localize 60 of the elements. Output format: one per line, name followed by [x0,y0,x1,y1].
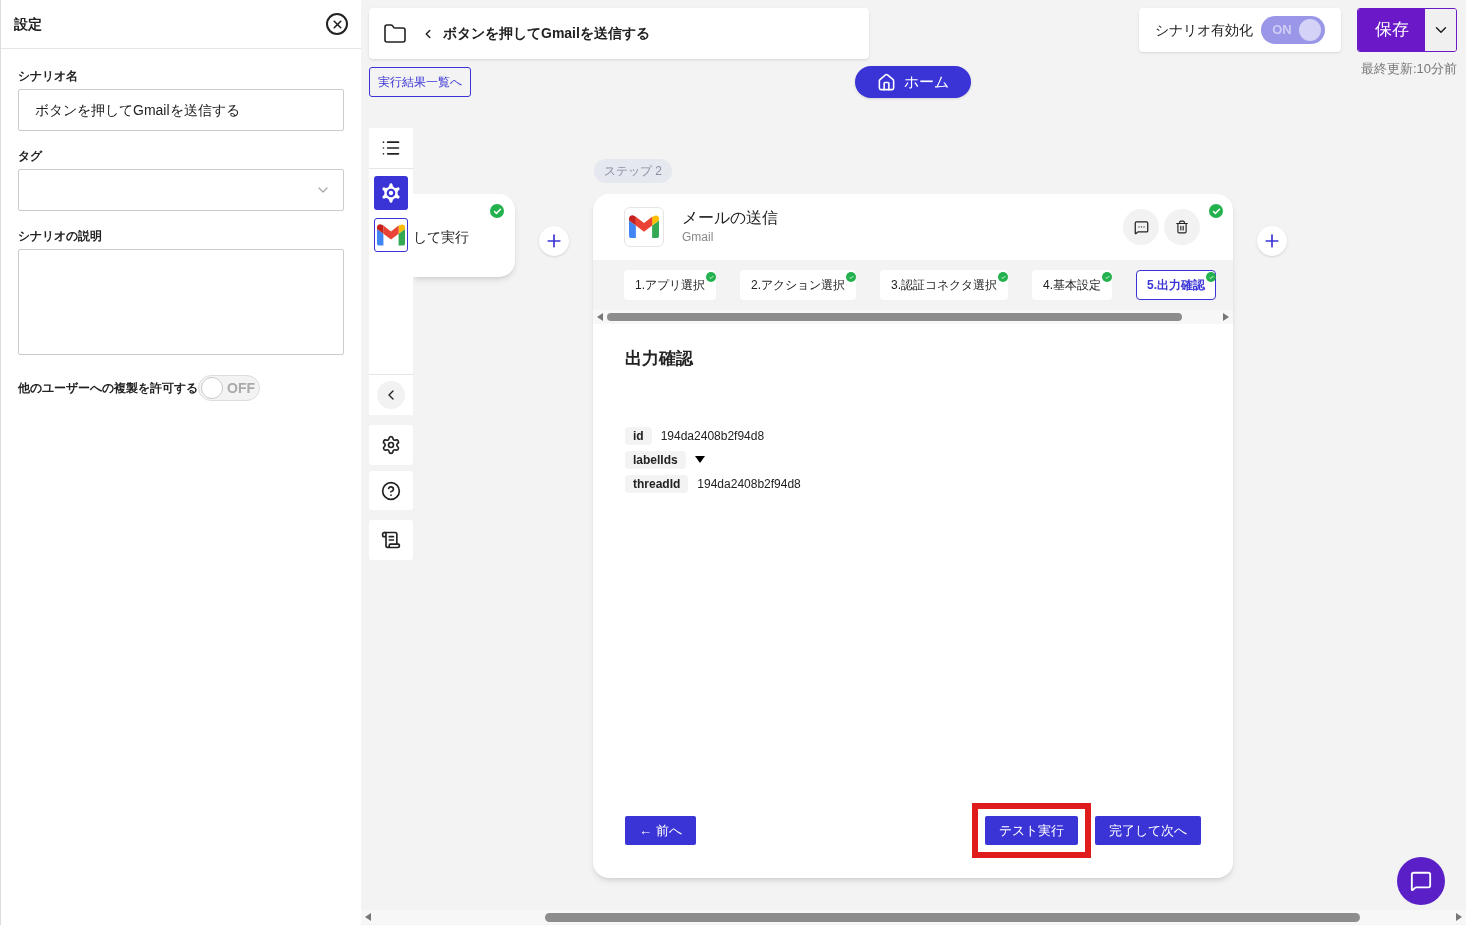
scroll-right-arrow-icon[interactable] [1223,313,1229,321]
folder-icon[interactable] [383,21,407,46]
node-title: して実行 [413,228,469,247]
home-button[interactable]: ホーム [855,66,971,98]
select-field[interactable] [18,169,344,211]
output-key: labelIds [625,450,686,469]
horizontal-scrollbar[interactable] [593,310,1233,324]
output-value: 194da2408b2f94d8 [697,475,801,493]
close-icon[interactable] [326,13,348,35]
action-button[interactable]: 完了して次へ [1095,816,1201,845]
step-tab[interactable]: 5.出力確認 [1136,270,1217,300]
trash-icon [1175,220,1189,234]
delete-button[interactable] [1164,209,1200,245]
horizontal-scrollbar[interactable] [361,910,1466,924]
app-name: Gmail [682,229,715,246]
gmail-step-button[interactable] [374,218,408,252]
scroll-right-arrow-icon[interactable] [1456,913,1462,921]
gmail-logo-icon [629,215,659,239]
step-title: メールの送信 [682,208,778,228]
textarea-field[interactable] [18,249,344,355]
toggle-label: 他のユーザーへの複製を許可する [18,380,198,397]
settings-icon[interactable] [369,425,413,465]
gmail-logo-icon [377,224,405,246]
scroll-left-arrow-icon[interactable] [597,313,603,321]
comment-button[interactable] [1123,209,1159,245]
step-tab[interactable]: 2.アクション選択 [740,270,857,300]
field-label: シナリオ名 [18,68,79,85]
step-tab[interactable]: 4.基本設定 [1032,270,1113,300]
scenario-title: ボタンを押してGmailを送信する [443,24,650,43]
chat-bubble-icon [1410,870,1432,892]
scroll-left-arrow-icon[interactable] [365,913,371,921]
results-link-button[interactable]: 実行結果一覧へ [369,67,471,97]
add-step-button[interactable] [1257,226,1287,256]
comment-icon [1133,219,1149,235]
toggle-label: シナリオ有効化 [1155,20,1253,40]
gear-icon[interactable] [374,176,408,210]
action-button[interactable]: テスト実行 [985,816,1078,845]
home-label: ホーム [904,71,949,92]
expand-triangle-icon[interactable] [694,456,705,463]
output-key: id [625,426,652,445]
section-title: 出力確認 [625,348,695,370]
step-tab[interactable]: 1.アプリ選択 [624,270,716,300]
step-tab[interactable]: 3.認証コネクタ選択 [880,270,1009,300]
help-icon[interactable] [369,470,413,511]
field-label: タグ [18,148,44,165]
input-field[interactable]: ボタンを押してGmailを送信する [18,89,344,131]
last-updated-text: 最終更新:10分前 [1360,60,1457,78]
step-badge: ステップ 2 [594,159,672,183]
chat-button[interactable] [1397,857,1445,905]
save-button[interactable]: 保存 [1358,9,1425,51]
house-icon [877,72,896,92]
collapse-button[interactable] [377,381,405,409]
output-key: threadId [625,474,689,493]
scroll-icon[interactable] [369,520,413,560]
trigger-node-card[interactable]: して実行 [413,194,515,277]
add-step-button[interactable] [539,226,569,256]
back-button[interactable]: ← 前へ [625,816,696,845]
output-value: 194da2408b2f94d8 [660,427,765,445]
field-label: シナリオの説明 [18,228,103,245]
panel-title: 設定 [14,14,42,34]
